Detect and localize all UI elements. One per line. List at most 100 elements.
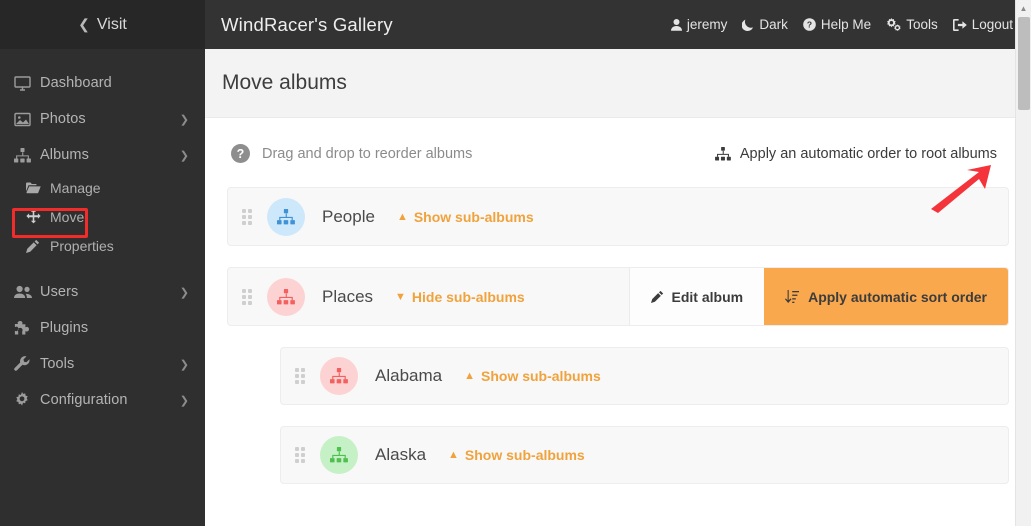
moon-icon <box>742 19 754 31</box>
sidebar-item-configuration[interactable]: Configuration ❯ <box>0 382 205 418</box>
chevron-down-icon: ❯ <box>179 358 189 371</box>
album-name: Places <box>322 286 374 306</box>
edit-album-button[interactable]: Edit album <box>628 268 765 325</box>
main-area: WindRacer's Gallery jeremy Dark ? Help M… <box>205 0 1031 526</box>
top-nav-user[interactable]: jeremy <box>670 17 728 32</box>
top-nav-logout[interactable]: Logout <box>952 17 1013 32</box>
sidebar: ❮ Visit Dashboard Photos ❯ Albums ❯ Mana… <box>0 0 205 526</box>
album-avatar <box>320 436 358 474</box>
album-avatar <box>267 197 305 236</box>
drag-handle-icon[interactable] <box>295 368 307 384</box>
chevron-left-icon: ❮ <box>78 16 90 32</box>
drag-hint-label: Drag and drop to reorder albums <box>262 145 473 162</box>
app-title: WindRacer's Gallery <box>221 13 393 35</box>
top-nav-dark[interactable]: Dark <box>742 17 788 32</box>
top-nav-label: Help Me <box>820 17 872 32</box>
album-row[interactable]: Alabama ▲ Show sub-albums <box>280 347 1009 405</box>
toggle-subalbums-label: Show sub-albums <box>481 368 601 384</box>
gear-icon <box>14 392 40 408</box>
scroll-up-arrow-icon[interactable]: ▲ <box>1016 0 1031 16</box>
sidebar-item-plugins[interactable]: Plugins <box>0 310 205 346</box>
drag-handle-icon[interactable] <box>295 447 307 463</box>
sidebar-item-tools[interactable]: Tools ❯ <box>0 346 205 382</box>
pencil-icon <box>26 239 50 253</box>
album-avatar <box>267 277 305 316</box>
content-area: ? Drag and drop to reorder albums Apply <box>205 118 1031 505</box>
album-row-actions: Edit album Apply automatic sort order <box>628 268 1008 325</box>
album-name: Alabama <box>375 366 443 385</box>
sitemap-icon <box>14 147 40 163</box>
album-row[interactable]: Places ▼ Hide sub-albums Edit album Appl… <box>227 267 1009 326</box>
album-row[interactable]: Alaska ▲ Show sub-albums <box>280 426 1009 484</box>
cogs-icon <box>886 18 901 31</box>
chevron-down-icon: ❯ <box>179 113 189 126</box>
top-nav: jeremy Dark ? Help Me Tools Logout <box>670 17 1013 32</box>
visit-button[interactable]: ❮ Visit <box>0 0 205 49</box>
desktop-icon <box>14 75 40 91</box>
visit-label: Visit <box>96 15 127 33</box>
users-icon <box>14 285 40 299</box>
top-nav-label: Tools <box>906 17 938 32</box>
toggle-subalbums-link[interactable]: ▲ Show sub-albums <box>464 368 601 384</box>
sidebar-subitem-label: Move <box>50 208 85 225</box>
album-row-left: People ▲ Show sub-albums <box>228 197 1008 236</box>
apply-auto-order-label: Apply an automatic order to root albums <box>739 145 997 162</box>
wrench-icon <box>14 356 40 372</box>
page-title: Move albums <box>222 71 347 94</box>
apply-sort-label: Apply automatic sort order <box>808 288 987 305</box>
sidebar-item-dashboard[interactable]: Dashboard <box>0 65 205 101</box>
top-bar: WindRacer's Gallery jeremy Dark ? Help M… <box>205 0 1031 49</box>
album-row-left: Alaska ▲ Show sub-albums <box>281 436 1008 474</box>
sidebar-item-manage[interactable]: Manage <box>0 173 205 202</box>
sort-amount-down-icon <box>785 289 800 304</box>
toggle-subalbums-link[interactable]: ▲ Show sub-albums <box>397 209 534 225</box>
arrows-alt-icon <box>26 209 50 224</box>
sidebar-item-label: Plugins <box>40 320 89 336</box>
folder-icon <box>26 182 50 194</box>
app-window: ❮ Visit Dashboard Photos ❯ Albums ❯ Mana… <box>0 0 1031 526</box>
pencil-icon <box>650 290 664 303</box>
image-icon <box>14 112 40 127</box>
sidebar-item-label: Users <box>40 284 79 300</box>
top-nav-label: jeremy <box>686 17 728 32</box>
edit-album-label: Edit album <box>671 288 744 305</box>
album-name: Alaska <box>375 445 427 464</box>
sidebar-item-label: Dashboard <box>40 75 112 91</box>
top-nav-help[interactable]: ? Help Me <box>803 17 871 32</box>
drag-handle-icon[interactable] <box>242 288 254 305</box>
sign-out-icon <box>952 18 967 31</box>
top-nav-label: Dark <box>759 17 788 32</box>
sidebar-subitem-label: Properties <box>50 237 114 254</box>
sidebar-item-users[interactable]: Users ❯ <box>0 274 205 310</box>
sidebar-item-photos[interactable]: Photos ❯ <box>0 101 205 137</box>
question-circle-icon: ? <box>803 18 816 31</box>
toggle-subalbums-link[interactable]: ▼ Hide sub-albums <box>395 289 525 305</box>
sidebar-subitem-label: Manage <box>50 179 101 196</box>
toggle-subalbums-label: Show sub-albums <box>413 208 534 225</box>
sidebar-item-move[interactable]: Move <box>0 202 205 231</box>
apply-automatic-sort-order-button[interactable]: Apply automatic sort order <box>764 268 1008 325</box>
top-nav-tools[interactable]: Tools <box>886 17 938 32</box>
toolbar-row: ? Drag and drop to reorder albums Apply <box>227 138 1009 169</box>
sidebar-item-label: Tools <box>40 356 75 372</box>
drag-handle-icon[interactable] <box>242 208 254 225</box>
sitemap-icon <box>714 146 731 161</box>
sidebar-item-label: Albums <box>40 147 89 163</box>
album-row-left: Places ▼ Hide sub-albums <box>228 277 629 316</box>
album-row[interactable]: People ▲ Show sub-albums <box>227 187 1009 246</box>
chevron-down-icon: ❯ <box>179 286 189 299</box>
sidebar-item-properties[interactable]: Properties <box>0 231 205 260</box>
scrollbar-thumb[interactable] <box>1018 17 1030 110</box>
chevron-down-icon: ❯ <box>179 394 189 407</box>
album-avatar <box>320 357 358 395</box>
sidebar-nav: Dashboard Photos ❯ Albums ❯ Manage Move … <box>0 49 205 418</box>
sidebar-item-albums[interactable]: Albums ❯ <box>0 137 205 173</box>
toggle-subalbums-link[interactable]: ▲ Show sub-albums <box>448 447 585 463</box>
vertical-scrollbar[interactable]: ▲ <box>1015 0 1031 526</box>
puzzle-piece-icon <box>14 320 40 336</box>
toggle-subalbums-label: Show sub-albums <box>464 447 585 463</box>
page-header: Move albums <box>205 49 1031 118</box>
apply-auto-order-root-link[interactable]: Apply an automatic order to root albums <box>714 145 997 162</box>
sidebar-item-label: Configuration <box>40 392 128 408</box>
album-row-left: Alabama ▲ Show sub-albums <box>281 357 1008 395</box>
